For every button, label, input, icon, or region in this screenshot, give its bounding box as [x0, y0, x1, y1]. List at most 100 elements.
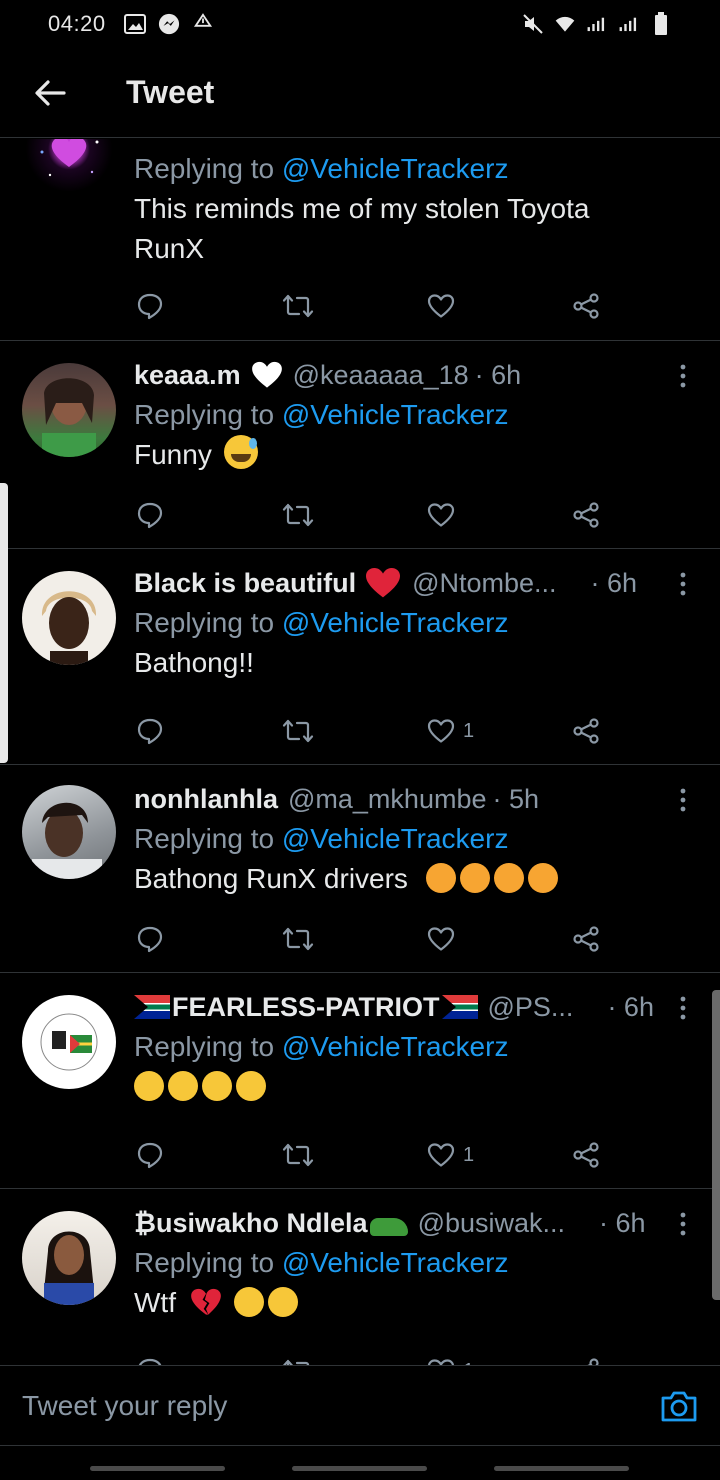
nav-recents-button[interactable] — [90, 1466, 225, 1471]
more-options-button[interactable] — [668, 361, 698, 391]
retweet-button[interactable] — [282, 718, 314, 744]
slightly-frowning-emoji — [233, 1287, 264, 1317]
timestamp: · 6h — [474, 359, 522, 390]
user-handle[interactable]: @busiwak... — [418, 1208, 565, 1239]
timestamp: · 5h — [492, 783, 540, 814]
mention-link[interactable]: @VehicleTrackerz — [282, 153, 509, 184]
tweet[interactable]: ₿usiwakho Ndlela @busiwak... · 6h Replyi… — [0, 1189, 720, 1365]
timestamp: · 6h — [590, 567, 638, 598]
user-handle[interactable]: @keaaaaa_18 — [293, 360, 469, 391]
rofl-emoji — [202, 1071, 232, 1101]
rofl-emoji — [236, 1071, 266, 1101]
mention-link[interactable]: @VehicleTrackerz — [282, 399, 509, 430]
scrollbar[interactable] — [712, 990, 720, 1300]
warning-mm-icon — [192, 13, 214, 35]
heart-icon — [427, 503, 455, 527]
retweet-button[interactable] — [282, 502, 314, 528]
heart-icon — [427, 294, 455, 318]
mention-link[interactable]: @VehicleTrackerz — [282, 607, 509, 638]
retweet-button[interactable] — [282, 1358, 314, 1365]
like-button[interactable]: 1 — [427, 1358, 474, 1365]
mention-link[interactable]: @VehicleTrackerz — [282, 823, 509, 854]
share-icon — [573, 293, 599, 319]
reply-input[interactable]: Tweet your reply — [22, 1390, 227, 1422]
replying-to: Replying to @VehicleTrackerz — [134, 607, 509, 638]
more-vertical-icon — [680, 364, 686, 388]
more-options-button[interactable] — [668, 1209, 698, 1239]
south-africa-flag-icon — [441, 995, 478, 1019]
mute-icon — [522, 13, 544, 35]
mention-link[interactable]: @VehicleTrackerz — [282, 1031, 509, 1062]
like-count: 1 — [463, 719, 475, 742]
avatar-photo — [44, 1231, 94, 1305]
display-name[interactable]: ₿usiwakho Ndlela — [134, 1208, 368, 1239]
tweet-text: Bathong RunX drivers — [134, 859, 696, 899]
tweet-text: Funny — [134, 435, 696, 475]
camera-button[interactable] — [660, 1388, 698, 1426]
avatar[interactable] — [22, 571, 116, 665]
mention-link[interactable]: @VehicleTrackerz — [282, 1247, 509, 1278]
share-icon — [573, 926, 599, 952]
edge-panel-handle[interactable] — [0, 483, 8, 763]
red-heart-icon — [366, 567, 401, 598]
replying-to: Replying to @VehicleTrackerz — [134, 823, 509, 854]
reply-button[interactable] — [136, 1141, 164, 1169]
display-name[interactable]: nonhlanhla — [134, 784, 278, 815]
retweet-button[interactable] — [282, 926, 314, 952]
reply-button[interactable] — [136, 717, 164, 745]
share-button[interactable] — [572, 717, 600, 745]
more-vertical-icon — [680, 788, 686, 812]
tweet-text: Wtf — [134, 1283, 696, 1323]
avatar[interactable] — [22, 1211, 116, 1305]
crocodile-icon — [369, 1218, 408, 1236]
reply-feed[interactable]: Replying to @VehicleTrackerz This remind… — [0, 139, 720, 1365]
nav-back-button[interactable] — [494, 1466, 629, 1471]
retweet-icon — [282, 927, 314, 951]
system-nav-bar — [0, 1445, 720, 1480]
more-options-button[interactable] — [668, 569, 698, 599]
tweet[interactable]: Black is beautiful @Ntombe... · 6h Reply… — [0, 549, 720, 765]
share-button[interactable] — [572, 292, 600, 320]
comment-icon — [137, 718, 163, 745]
user-handle[interactable]: @ma_mkhumbe — [288, 784, 486, 815]
nav-home-button[interactable] — [292, 1466, 427, 1471]
share-button[interactable] — [572, 501, 600, 529]
tweet[interactable]: FEARLESS-PATRIOT @PS... · 6h Replying to… — [0, 973, 720, 1189]
display-name[interactable]: FEARLESS-PATRIOT — [172, 992, 440, 1023]
like-button[interactable] — [427, 926, 463, 952]
display-name[interactable]: keaaa.m — [134, 360, 241, 391]
tweet[interactable]: nonhlanhla @ma_mkhumbe · 5h Replying to … — [0, 765, 720, 973]
like-button[interactable] — [427, 502, 463, 528]
share-icon — [573, 502, 599, 528]
avatar[interactable] — [22, 785, 116, 879]
like-button[interactable]: 1 — [427, 1142, 474, 1168]
retweet-button[interactable] — [282, 293, 314, 319]
app-header: Tweet — [0, 48, 720, 138]
retweet-icon — [282, 1143, 314, 1167]
purple-heart-image — [40, 139, 99, 177]
share-button[interactable] — [572, 925, 600, 953]
like-button[interactable] — [427, 293, 463, 319]
tweet-text — [134, 1067, 696, 1107]
reply-button[interactable] — [136, 501, 164, 529]
battery-icon — [650, 12, 672, 35]
tweet[interactable]: Replying to @VehicleTrackerz This remind… — [0, 139, 720, 341]
reply-composer[interactable]: Tweet your reply — [0, 1365, 720, 1445]
user-handle[interactable]: @Ntombe... — [412, 568, 556, 599]
avatar[interactable] — [22, 363, 116, 457]
user-handle[interactable]: @PS... — [488, 992, 574, 1023]
display-name[interactable]: Black is beautiful — [134, 568, 356, 599]
share-button[interactable] — [572, 1141, 600, 1169]
tweet[interactable]: keaaa.m @keaaaaa_18 · 6h Replying to @Ve… — [0, 341, 720, 549]
reply-button[interactable] — [136, 925, 164, 953]
retweet-button[interactable] — [282, 1142, 314, 1168]
share-button[interactable] — [572, 1357, 600, 1365]
back-button[interactable] — [20, 63, 80, 123]
like-button[interactable]: 1 — [427, 718, 474, 744]
avatar[interactable] — [22, 995, 116, 1089]
reply-button[interactable] — [136, 1357, 164, 1365]
more-options-button[interactable] — [668, 785, 698, 815]
reply-button[interactable] — [136, 292, 164, 320]
more-options-button[interactable] — [668, 993, 698, 1023]
avatar[interactable] — [22, 139, 116, 191]
